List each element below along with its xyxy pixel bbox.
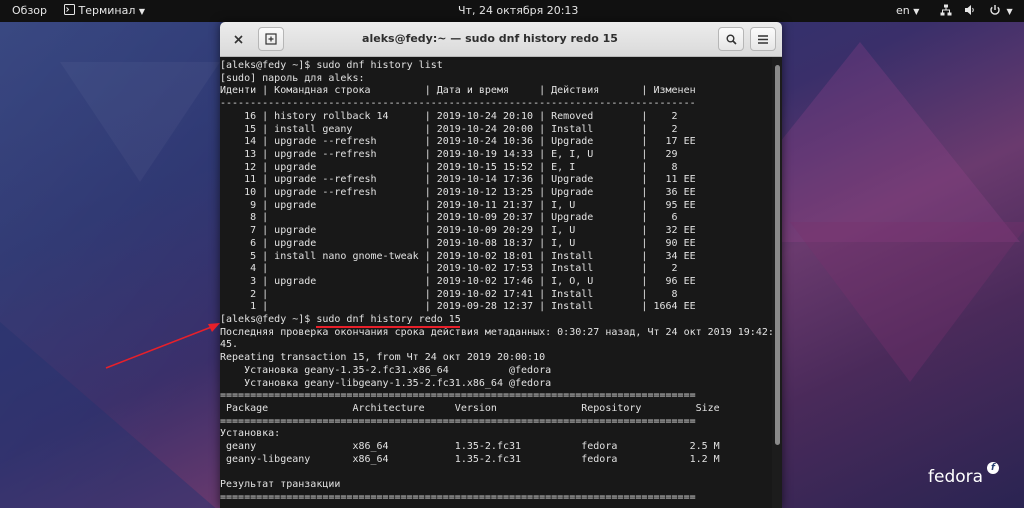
terminal-line: 15 | install geany | 2019-10-24 20:00 | … bbox=[220, 123, 678, 135]
terminal-line: ----------------------------------------… bbox=[220, 98, 696, 110]
activities-button[interactable]: Обзор bbox=[12, 0, 47, 22]
search-button[interactable] bbox=[718, 27, 744, 51]
scrollbar-thumb[interactable] bbox=[775, 65, 780, 445]
terminal-line: 5 | install nano gnome-tweak | 2019-10-0… bbox=[220, 250, 696, 262]
terminal-line: 11 | upgrade --refresh | 2019-10-14 17:3… bbox=[220, 174, 696, 186]
terminal-scrollbar[interactable] bbox=[773, 57, 782, 508]
terminal-window[interactable]: aleks@fedy:~ — sudo dnf history redo 15 … bbox=[220, 22, 782, 508]
terminal-line: ========================================… bbox=[220, 491, 696, 503]
search-icon bbox=[726, 34, 737, 45]
input-language-label: en bbox=[896, 4, 910, 17]
terminal-line: Иденти | Командная строка | Дата и время… bbox=[220, 85, 696, 97]
terminal-line: [aleks@fedy ~]$ sudo dnf history list bbox=[220, 60, 443, 71]
terminal-line: ========================================… bbox=[220, 390, 696, 402]
terminal-line: 9 | upgrade | 2019-10-11 21:37 | I, U | … bbox=[220, 199, 696, 211]
close-icon bbox=[233, 34, 243, 44]
terminal-line: 45. bbox=[220, 339, 239, 351]
window-header-bar: aleks@fedy:~ — sudo dnf history redo 15 bbox=[220, 22, 782, 57]
terminal-line: ========================================… bbox=[220, 415, 696, 427]
terminal-line: geany x86_64 1.35-2.fc31 fedora 2.5 M bbox=[220, 441, 720, 452]
terminal-line: 12 | upgrade | 2019-10-15 15:52 | E, I |… bbox=[220, 161, 678, 173]
terminal-line: 1 | | 2019-09-28 12:37 | Install | 1664 … bbox=[220, 301, 696, 313]
terminal-line: 8 | | 2019-10-09 20:37 | Upgrade | 6 bbox=[220, 212, 678, 224]
power-icon bbox=[990, 5, 1000, 15]
terminal-line: Установка geany-libgeany-1.35-2.fc31.x86… bbox=[220, 377, 552, 389]
dropdown-arrow-icon: ▼ bbox=[913, 7, 920, 16]
app-menu-label: Терминал bbox=[78, 4, 136, 17]
terminal-line: 3 | upgrade | 2019-10-02 17:46 | I, O, U… bbox=[220, 275, 696, 287]
terminal-line: Результат транзакции bbox=[220, 479, 341, 491]
top-bar: Обзор Терминал ▼ Чт, 24 октября 20:13 en… bbox=[0, 0, 1024, 22]
terminal-line: geany-libgeany x86_64 1.35-2.fc31 fedora… bbox=[220, 453, 720, 465]
fedora-logo: fedora bbox=[928, 467, 984, 487]
hamburger-menu-icon bbox=[758, 34, 768, 44]
terminal-line: 7 | upgrade | 2019-10-09 20:29 | I, U | … bbox=[220, 225, 696, 237]
terminal-line: Package Architecture Version Repository … bbox=[220, 402, 720, 414]
terminal-line: 4 | | 2019-10-02 17:53 | Install | 2 bbox=[220, 263, 678, 275]
terminal-line: 6 | upgrade | 2019-10-08 18:37 | I, U | … bbox=[220, 237, 696, 249]
terminal-line: 13 | upgrade --refresh | 2019-10-19 14:3… bbox=[220, 148, 678, 160]
wallpaper-facet bbox=[790, 222, 1024, 382]
terminal-line: 2 | | 2019-10-02 17:41 | Install | 8 bbox=[220, 288, 678, 300]
command-highlight-underline bbox=[316, 325, 460, 328]
new-tab-button[interactable] bbox=[258, 27, 284, 51]
dropdown-arrow-icon: ▼ bbox=[1006, 7, 1013, 16]
terminal-output[interactable]: [aleks@fedy ~]$ sudo dnf history list [su… bbox=[220, 57, 772, 508]
terminal-line: [sudo] пароль для aleks: bbox=[220, 72, 365, 84]
dropdown-arrow-icon: ▼ bbox=[138, 7, 146, 16]
status-menu[interactable]: ▼ bbox=[940, 0, 1013, 22]
window-title: aleks@fedy:~ — sudo dnf history redo 15 bbox=[362, 32, 618, 45]
volume-icon bbox=[964, 5, 974, 15]
fedora-logo-badge: f bbox=[987, 462, 999, 474]
input-language-indicator[interactable]: en ▼ bbox=[896, 0, 919, 22]
app-menu-button[interactable]: Терминал ▼ bbox=[64, 0, 145, 22]
terminal-line: Последняя проверка окончания срока дейст… bbox=[220, 326, 772, 338]
terminal-line: Установка geany-1.35-2.fc31.x86_64 @fedo… bbox=[220, 364, 552, 376]
terminal-line: 14 | upgrade --refresh | 2019-10-24 10:3… bbox=[220, 136, 696, 148]
terminal-icon bbox=[64, 4, 75, 15]
wallpaper-facet bbox=[60, 62, 220, 182]
terminal-line: 16 | history rollback 14 | 2019-10-24 20… bbox=[220, 110, 678, 122]
close-button[interactable] bbox=[225, 27, 251, 51]
terminal-line: Установка: bbox=[220, 428, 281, 440]
wallpaper-facet bbox=[0, 322, 220, 508]
menu-button[interactable] bbox=[750, 27, 776, 51]
terminal-line: 10 | upgrade --refresh | 2019-10-12 13:2… bbox=[220, 187, 696, 198]
network-icon bbox=[940, 4, 952, 16]
clock[interactable]: Чт, 24 октября 20:13 bbox=[458, 0, 578, 22]
terminal-line: Repeating transaction 15, from Чт 24 окт… bbox=[220, 352, 546, 364]
new-tab-icon bbox=[265, 33, 277, 45]
